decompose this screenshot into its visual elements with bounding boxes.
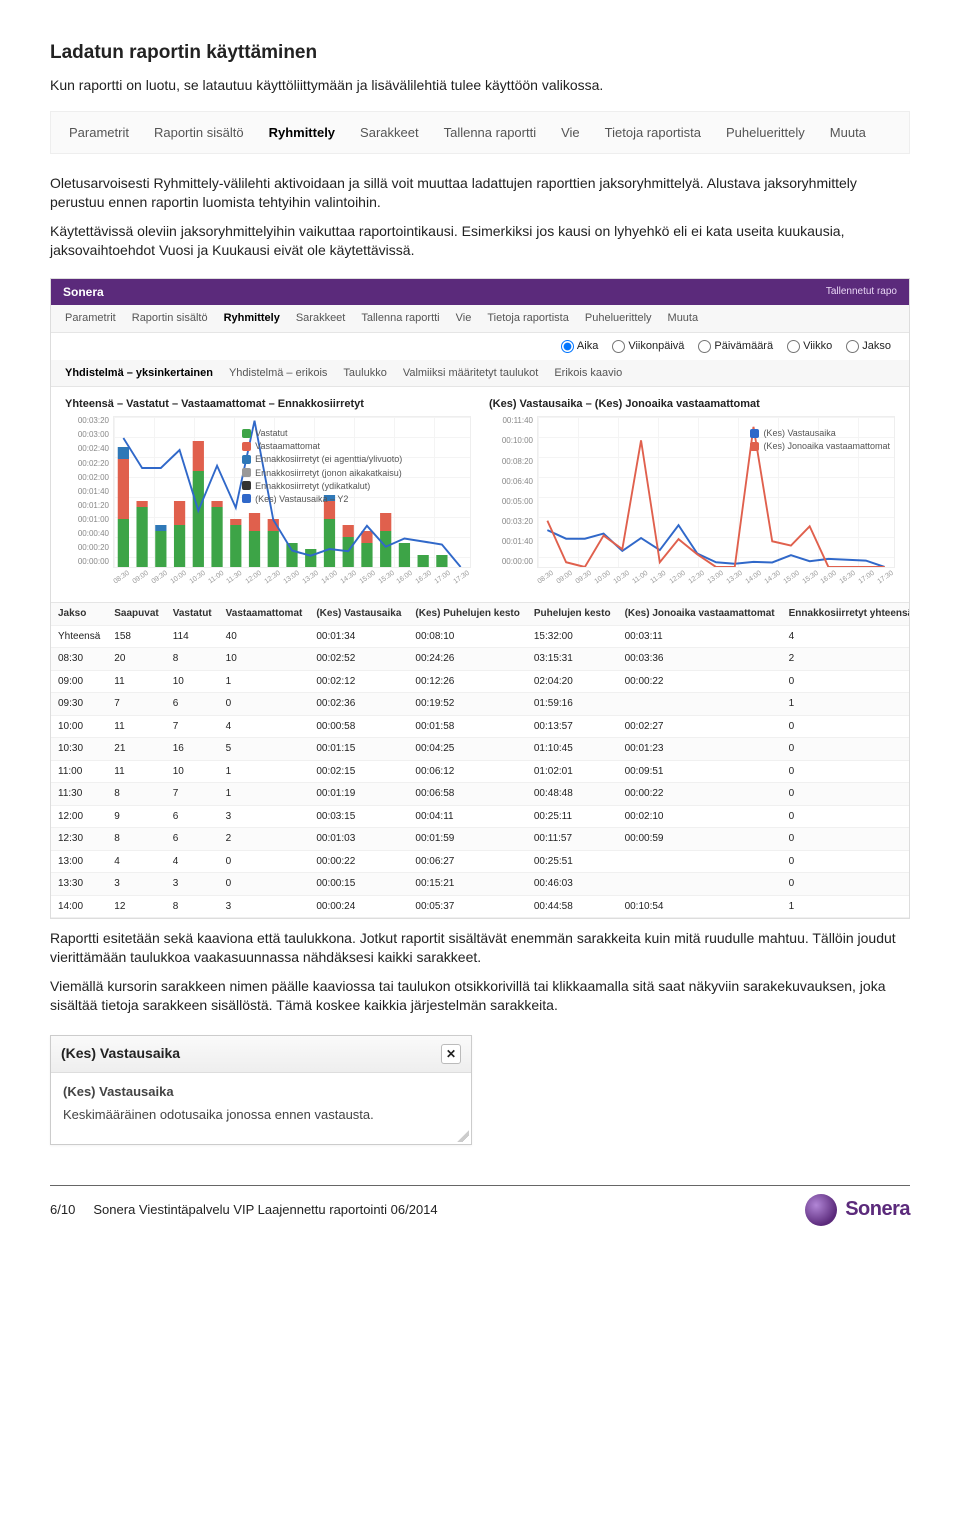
y-axis-ticks: 00:03:2000:03:0000:02:4000:02:2000:02:00… (69, 416, 109, 568)
data-table: JaksoSaapuvatVastatutVastaamattomat(Kes)… (51, 603, 909, 918)
report-tabs: Parametrit Raportin sisältö Ryhmittely Sara… (51, 305, 909, 333)
tab-tallenna-raportti[interactable]: Tallenna raportti (444, 124, 537, 142)
tab-sarakkeet[interactable]: Sarakkeet (360, 124, 419, 142)
table-row: 08:302081000:02:5200:24:2603:15:3100:03:… (51, 648, 909, 671)
grouping-radio[interactable]: Päivämäärä (698, 339, 773, 354)
tab-muuta[interactable]: Muuta (830, 124, 866, 142)
grouping-radio[interactable]: Aika (561, 339, 598, 354)
report-tab[interactable]: Ryhmittely (224, 311, 280, 326)
page-footer: 6/10 Sonera Viestintäpalvelu VIP Laajenn… (50, 1185, 910, 1226)
table-header[interactable]: Jakso (51, 603, 107, 625)
table-row: 09:001110100:02:1200:12:2602:04:2000:00:… (51, 670, 909, 693)
table-row: 09:3076000:02:3600:19:5201:59:16110 (51, 693, 909, 716)
view-tab[interactable]: Erikois kaavio (554, 366, 622, 381)
paragraph: Käytettävissä oleviin jaksoryhmittelyihi… (50, 222, 910, 260)
tab-tietoja-raportista[interactable]: Tietoja raportista (605, 124, 701, 142)
tab-vie[interactable]: Vie (561, 124, 580, 142)
table-row: 12:3086200:01:0300:01:5900:11:5700:00:59… (51, 828, 909, 851)
chart-legend: (Kes) Vastausaika(Kes) Jonoaika vastaama… (750, 427, 890, 453)
report-tab[interactable]: Raportin sisältö (132, 311, 208, 326)
table-row: 11:001110100:02:1500:06:1201:02:0100:09:… (51, 760, 909, 783)
paragraph: Kun raportti on luotu, se latautuu käytt… (50, 76, 910, 95)
table-header[interactable]: (Kes) Jonoaika vastaamattomat (618, 603, 782, 625)
report-tab[interactable]: Parametrit (65, 311, 116, 326)
charts-area: Yhteensä – Vastatut – Vastaamattomat – E… (51, 387, 909, 602)
report-tab[interactable]: Muuta (668, 311, 699, 326)
grouping-radios: Aika Viikonpäivä Päivämäärä Viikko Jakso (51, 333, 909, 360)
table-header[interactable]: (Kes) Vastausaika (309, 603, 408, 625)
grouping-radio[interactable]: Jakso (846, 339, 891, 354)
view-tab[interactable]: Taulukko (343, 366, 386, 381)
tooltip-title: (Kes) Vastausaika (61, 1044, 180, 1063)
close-icon[interactable]: ✕ (441, 1044, 461, 1064)
view-tab[interactable]: Yhdistelmä – erikois (229, 366, 327, 381)
chart-canvas: VastatutVastaamattomatEnnakkosiirretyt (… (113, 416, 471, 568)
chart-legend: VastatutVastaamattomatEnnakkosiirretyt (… (242, 427, 402, 506)
app-frame: Sonera Tallennetut rapo Parametrit Raport… (50, 278, 910, 920)
saved-reports-link[interactable]: Tallennetut rapo (826, 285, 897, 299)
view-tab[interactable]: Yhdistelmä – yksinkertainen (65, 366, 213, 381)
report-tab[interactable]: Tallenna raportti (361, 311, 439, 326)
table-header[interactable]: Ennakkosiirretyt yhteensä (782, 603, 909, 625)
tab-ryhmittely[interactable]: Ryhmittely (269, 124, 335, 142)
column-tooltip: (Kes) Vastausaika ✕ (Kes) Vastausaika Ke… (50, 1035, 472, 1145)
chart-canvas: (Kes) Vastausaika(Kes) Jonoaika vastaama… (537, 416, 895, 568)
x-axis-ticks: 08:3009:0009:3010:0010:3011:0011:3012:00… (537, 573, 895, 582)
grouping-radio[interactable]: Viikko (787, 339, 832, 354)
table-header[interactable]: Puhelujen kesto (527, 603, 618, 625)
table-header[interactable]: (Kes) Puhelujen kesto (408, 603, 526, 625)
page-title: Ladatun raportin käyttäminen (50, 40, 910, 66)
settings-tabs: Parametrit Raportin sisältö Ryhmittely Sara… (50, 111, 910, 155)
tooltip-body-text: Keskimääräinen odotusaika jonossa ennen … (63, 1106, 459, 1124)
x-axis-ticks: 08:3009:0009:3010:0010:3011:0011:3012:00… (113, 573, 471, 582)
paragraph: Raportti esitetään sekä kaaviona että ta… (50, 929, 910, 967)
tab-parametrit[interactable]: Parametrit (69, 124, 129, 142)
table-row: 13:3033000:00:1500:15:2100:46:03000 (51, 873, 909, 896)
table-row: 14:00128300:00:2400:05:3700:44:5800:10:5… (51, 895, 909, 918)
brand-label: Sonera (63, 284, 104, 300)
table-row: 11:3087100:01:1900:06:5800:48:4800:00:22… (51, 783, 909, 806)
grouping-radio[interactable]: Viikonpäivä (612, 339, 684, 354)
y-axis-ticks: 00:11:4000:10:0000:08:2000:06:4000:05:00… (493, 416, 533, 568)
table-row: 10:00117400:00:5800:01:5800:13:5700:02:2… (51, 715, 909, 738)
tab-raportin-sisältö[interactable]: Raportin sisältö (154, 124, 244, 142)
table-header[interactable]: Saapuvat (107, 603, 165, 625)
report-tab[interactable]: Vie (456, 311, 472, 326)
sonera-logo: Sonera (805, 1194, 910, 1226)
report-tab[interactable]: Tietoja raportista (487, 311, 569, 326)
logo-text: Sonera (845, 1196, 910, 1223)
resize-grip-icon[interactable] (457, 1130, 469, 1142)
view-tab[interactable]: Valmiiksi määritetyt taulukot (403, 366, 539, 381)
footer-text: Sonera Viestintäpalvelu VIP Laajennettu … (93, 1202, 437, 1217)
view-tabs: Yhdistelmä – yksinkertainen Yhdistelmä – … (51, 360, 909, 388)
paragraph: Viemällä kursorin sarakkeen nimen päälle… (50, 977, 910, 1015)
chart-title: Yhteensä – Vastatut – Vastaamattomat – E… (65, 397, 473, 412)
report-tab[interactable]: Puheluerittely (585, 311, 652, 326)
logo-swirl-icon (805, 1194, 837, 1226)
data-table-wrap[interactable]: JaksoSaapuvatVastatutVastaamattomat(Kes)… (51, 602, 909, 918)
tab-puheluerittely[interactable]: Puheluerittely (726, 124, 805, 142)
table-row: 12:0096300:03:1500:04:1100:25:1100:02:10… (51, 805, 909, 828)
table-row: Yhteensä1581144000:01:3400:08:1015:32:00… (51, 625, 909, 648)
chart-title: (Kes) Vastausaika – (Kes) Jonoaika vasta… (489, 397, 897, 412)
chart-left: Yhteensä – Vastatut – Vastaamattomat – E… (63, 395, 473, 598)
page-number: 6/10 (50, 1202, 75, 1217)
chart-right: (Kes) Vastausaika – (Kes) Jonoaika vasta… (487, 395, 897, 598)
app-header: Sonera Tallennetut rapo (51, 279, 909, 305)
report-tab[interactable]: Sarakkeet (296, 311, 346, 326)
table-header[interactable]: Vastatut (166, 603, 219, 625)
table-row: 13:0044000:00:2200:06:2700:25:51000 (51, 850, 909, 873)
tooltip-subtitle: (Kes) Vastausaika (63, 1083, 459, 1101)
table-row: 10:302116500:01:1500:04:2501:10:4500:01:… (51, 738, 909, 761)
paragraph: Oletusarvoisesti Ryhmittely-välilehti ak… (50, 174, 910, 212)
table-header[interactable]: Vastaamattomat (219, 603, 310, 625)
